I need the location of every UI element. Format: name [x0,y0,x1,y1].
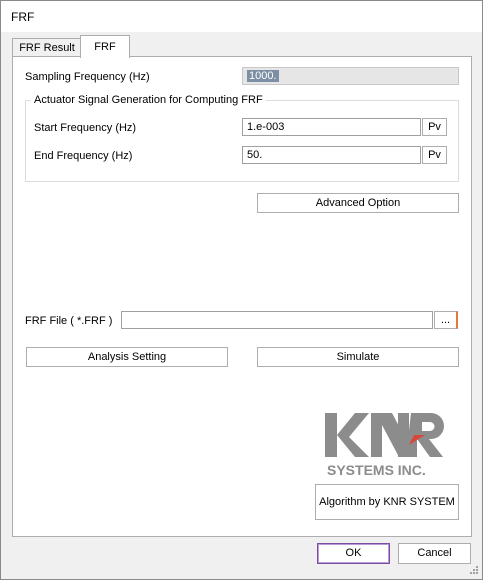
ok-button[interactable]: OK [317,543,390,564]
actuator-signal-group-title: Actuator Signal Generation for Computing… [31,94,266,106]
analysis-setting-button[interactable]: Analysis Setting [26,347,228,367]
title-bar[interactable]: FRF [1,1,482,32]
knr-logo: SYSTEMS INC. [325,411,449,483]
end-frequency-field[interactable]: 50. [242,146,421,164]
simulate-button[interactable]: Simulate [257,347,459,367]
tab-frf[interactable]: FRF [80,35,130,58]
cancel-button[interactable]: Cancel [398,543,471,564]
start-frequency-label: Start Frequency (Hz) [34,122,137,134]
sampling-frequency-value: 1000. [247,70,279,82]
window-title: FRF [11,10,35,24]
algorithm-button[interactable]: Algorithm by KNR SYSTEM [315,484,459,520]
sampling-frequency-field[interactable]: 1000. [242,67,459,85]
frf-file-label: FRF File ( *.FRF ) [25,315,113,327]
knr-logo-subtext: SYSTEMS INC. [327,462,426,478]
actuator-signal-groupbox [25,100,459,182]
start-frequency-field[interactable]: 1.e-003 [242,118,421,136]
end-frequency-pv-button[interactable]: Pv [422,146,447,164]
advanced-option-button[interactable]: Advanced Option [257,193,459,213]
dialog-window: FRF FRF Result FRF Sampling Frequency (H… [0,0,483,580]
start-frequency-pv-button[interactable]: Pv [422,118,447,136]
sampling-frequency-label: Sampling Frequency (Hz) [25,71,150,83]
resize-grip-icon[interactable] [467,565,479,577]
frf-file-browse-button[interactable]: ... [434,311,458,329]
end-frequency-label: End Frequency (Hz) [34,150,133,162]
tab-frf-result[interactable]: FRF Result [12,38,82,57]
frf-file-field[interactable] [121,311,433,329]
